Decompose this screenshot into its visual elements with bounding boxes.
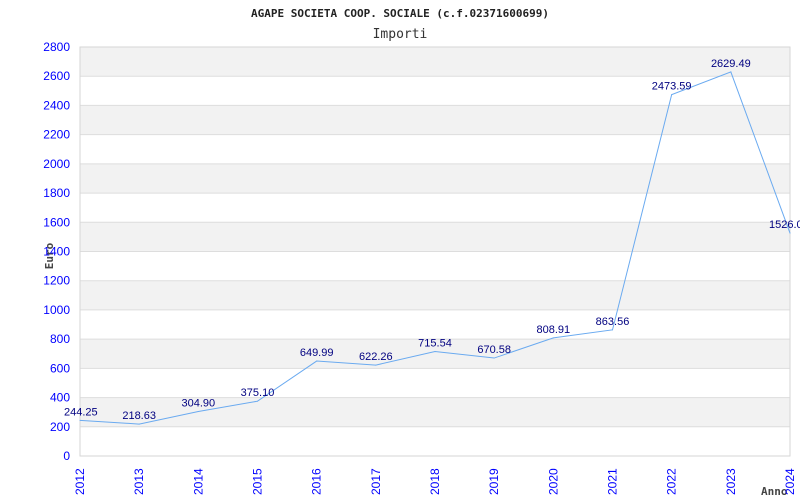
data-point [434, 350, 436, 352]
data-point [671, 94, 673, 96]
y-tick-label: 2000 [43, 157, 70, 171]
grid-band [80, 47, 790, 77]
x-tick-label: 2012 [73, 468, 87, 495]
x-tick-label: 2021 [606, 468, 620, 495]
data-point [79, 419, 81, 421]
grid-band [80, 280, 790, 310]
x-tick-label: 2023 [724, 468, 738, 495]
data-label: 218.63 [122, 410, 156, 422]
data-point [730, 71, 732, 73]
y-tick-label: 200 [50, 420, 70, 434]
data-point [375, 364, 377, 366]
data-point [257, 400, 258, 402]
data-label: 2473.59 [652, 81, 692, 93]
x-tick-label: 2013 [132, 468, 146, 495]
x-tick-label: 2015 [251, 468, 265, 495]
chart-subtitle: Importi [373, 27, 428, 42]
y-tick-label: 400 [50, 391, 70, 405]
data-label: 808.91 [537, 324, 571, 336]
y-tick-label: 2600 [43, 69, 70, 83]
data-point [552, 337, 554, 339]
line-chart: AGAPE SOCIETA COOP. SOCIALE (c.f.0237160… [43, 7, 800, 498]
grid-band [80, 222, 790, 252]
x-tick-label: 2020 [546, 468, 560, 495]
x-tick-label: 2014 [191, 468, 205, 495]
x-tick-label: 2017 [369, 468, 383, 495]
data-label: 863.56 [596, 316, 630, 328]
data-point [138, 423, 140, 425]
data-label: 622.26 [359, 351, 393, 363]
data-label: 2629.49 [711, 58, 751, 70]
data-label: 375.10 [241, 387, 275, 399]
data-label: 304.90 [182, 397, 216, 409]
x-tick-label: 2024 [783, 468, 797, 495]
x-tick-label: 2019 [487, 468, 501, 495]
y-tick-label: 2400 [43, 98, 70, 112]
y-tick-label: 1200 [43, 274, 70, 288]
x-tick-label: 2018 [428, 468, 442, 495]
data-label: 1526.0 [769, 219, 800, 231]
y-tick-label: 2200 [43, 128, 70, 142]
grid-band [80, 163, 790, 194]
data-point [197, 410, 199, 412]
data-label: 244.25 [64, 406, 98, 418]
y-tick-label: 0 [63, 449, 70, 463]
data-point [493, 357, 495, 359]
data-point [316, 360, 318, 362]
y-tick-label: 1400 [43, 245, 70, 259]
chart-container: AGAPE SOCIETA COOP. SOCIALE (c.f.0237160… [0, 0, 800, 500]
y-tick-label: 600 [50, 361, 70, 375]
y-tick-label: 1000 [43, 303, 70, 317]
data-point [612, 329, 613, 331]
chart-title: AGAPE SOCIETA COOP. SOCIALE (c.f.0237160… [251, 7, 549, 20]
data-label: 649.99 [300, 347, 334, 359]
grid-band [80, 105, 790, 135]
data-point [789, 232, 791, 234]
data-label: 715.54 [418, 337, 452, 349]
data-label: 670.58 [477, 344, 511, 356]
x-tick-label: 2016 [310, 468, 324, 495]
x-tick-label: 2022 [665, 468, 679, 495]
y-tick-label: 2800 [43, 40, 70, 54]
y-tick-label: 1600 [43, 215, 70, 229]
y-tick-label: 1800 [43, 186, 70, 200]
y-tick-label: 800 [50, 332, 70, 346]
